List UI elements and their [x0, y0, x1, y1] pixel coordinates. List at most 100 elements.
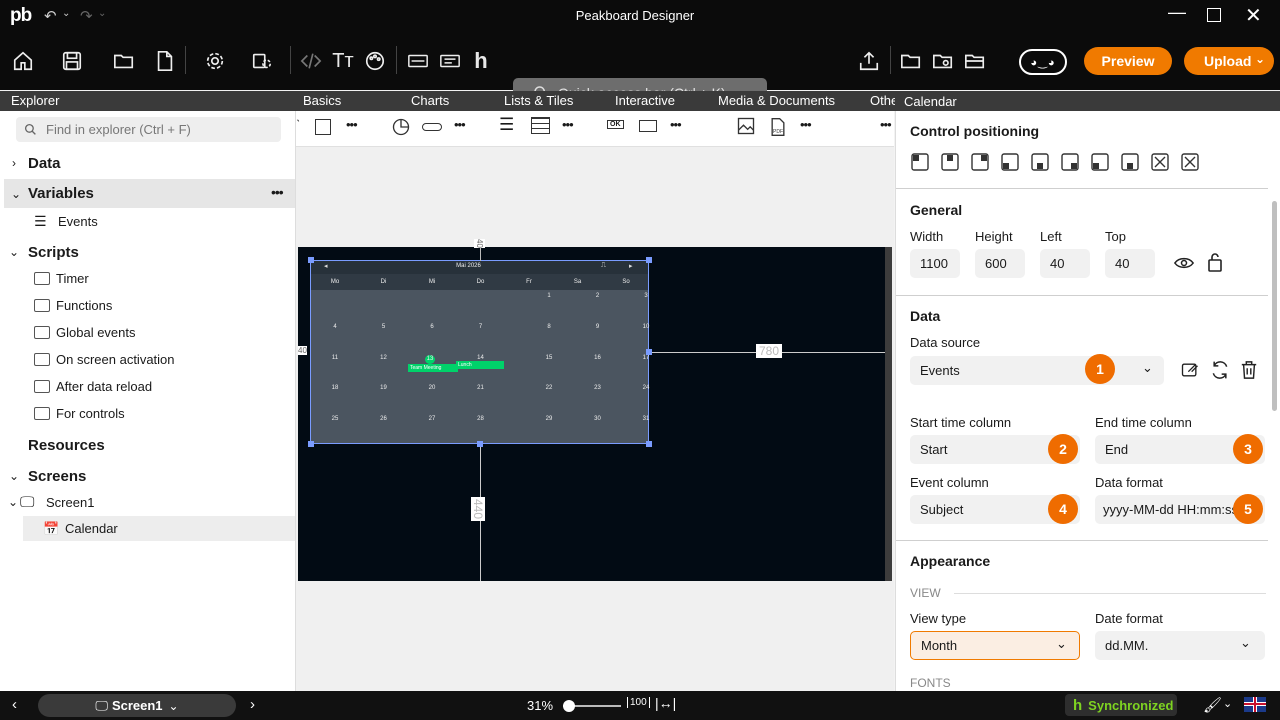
upload-button[interactable]: Upload ⌄ [1184, 47, 1274, 75]
delete-icon[interactable] [1240, 360, 1258, 380]
align-left-icon[interactable] [1090, 152, 1110, 172]
calendar-day[interactable]: 19 [377, 385, 391, 391]
resize-handle[interactable] [308, 257, 314, 263]
align-bottom-left-icon[interactable] [1000, 152, 1020, 172]
calendar-day[interactable]: 14 [474, 355, 488, 361]
tab-media-documents[interactable]: Media & Documents [718, 93, 835, 108]
project-settings-icon[interactable] [242, 32, 282, 90]
tree-item-screens[interactable]: ⌄ Screens [0, 463, 295, 489]
eye-icon[interactable] [1174, 255, 1194, 271]
calendar-day[interactable]: 7 [474, 324, 488, 330]
resize-handle[interactable] [646, 257, 652, 263]
prev-screen-icon[interactable]: ‹ [12, 696, 17, 713]
maximize-button[interactable] [1207, 8, 1221, 22]
preview-button[interactable]: Preview [1084, 47, 1172, 75]
align-top-right-icon[interactable] [970, 152, 990, 172]
resize-handle[interactable] [646, 441, 652, 447]
align-bottom-right-icon[interactable] [1060, 152, 1080, 172]
calendar-day[interactable]: 31 [639, 416, 653, 422]
design-canvas[interactable]: ˋ ••• ••• ☰ ••• OK ••• PDF ••• ••• ◂ Mai… [296, 111, 894, 691]
save-icon[interactable] [52, 32, 92, 90]
tree-item-script-after-data-reload[interactable]: After data reload [0, 373, 295, 399]
tree-item-script-functions[interactable]: Functions [0, 292, 295, 318]
folder-open-icon[interactable] [964, 32, 986, 90]
date-format-select[interactable]: dd.MM. ⌄ [1095, 631, 1265, 660]
calendar-event[interactable]: Lunch [456, 361, 504, 369]
close-button[interactable]: ✕ [1245, 3, 1262, 28]
calendar-day[interactable]: 28 [474, 416, 488, 422]
more-icon[interactable]: ••• [562, 117, 574, 132]
pie-chart-icon[interactable] [391, 117, 411, 137]
calendar-day[interactable]: 20 [425, 385, 439, 391]
tab-lists-tiles[interactable]: Lists & Tiles [504, 93, 573, 108]
tree-item-events[interactable]: ☰ Events [0, 208, 295, 234]
progress-bar-icon[interactable] [422, 123, 442, 131]
left-input[interactable]: 40 [1040, 249, 1090, 278]
calendar-day[interactable]: 27 [425, 416, 439, 422]
calendar-day[interactable]: 21 [474, 385, 488, 391]
tree-item-variables[interactable]: ⌄ Variables ••• [4, 179, 295, 208]
pdf-icon[interactable]: PDF [768, 116, 788, 138]
zoom-100-icon[interactable]: 100 [627, 697, 650, 708]
mascot-icon[interactable]: ◕‿◕ [1019, 49, 1067, 75]
calendar-day[interactable]: 17 [639, 355, 653, 361]
calendar-day[interactable]: 10 [639, 324, 653, 330]
home-icon[interactable] [10, 32, 36, 90]
table-icon[interactable] [531, 117, 550, 134]
new-file-icon[interactable] [154, 32, 176, 90]
export-icon[interactable] [858, 32, 880, 90]
tree-item-script-global-events[interactable]: Global events [0, 319, 295, 345]
more-icon[interactable]: ••• [800, 117, 812, 132]
resize-handle[interactable] [308, 441, 314, 447]
data-source-select[interactable]: Events ⌄ [910, 356, 1164, 385]
tab-other[interactable]: Othe [870, 93, 898, 108]
folder-icon[interactable] [900, 32, 922, 90]
explorer-search-input[interactable]: Find in explorer (Ctrl + F) [16, 117, 281, 142]
calendar-day[interactable]: 29 [542, 416, 556, 422]
button-control-icon[interactable]: OK [607, 120, 624, 129]
list-icon[interactable]: ☰ [499, 115, 514, 135]
properties-scrollbar[interactable] [1272, 201, 1277, 411]
calendar-day[interactable]: 2 [591, 293, 605, 299]
next-month-icon[interactable]: ▸ [629, 262, 633, 270]
fit-screen-icon[interactable] [1150, 152, 1170, 172]
chevron-down-icon[interactable]: ⌄ [1223, 697, 1232, 710]
calendar-day[interactable]: 23 [591, 385, 605, 391]
calendar-day[interactable]: 18 [328, 385, 342, 391]
calendar-day[interactable]: 26 [377, 416, 391, 422]
calendar-day[interactable]: 24 [639, 385, 653, 391]
palette-icon[interactable] [364, 32, 386, 90]
calendar-day[interactable]: 6 [425, 324, 439, 330]
fit-width-icon[interactable]: |↔| [655, 695, 676, 711]
align-middle-icon[interactable] [1120, 152, 1140, 172]
view-type-select[interactable]: Month ⌄ [910, 631, 1080, 660]
calendar-today-icon[interactable]: ⎍ [601, 262, 606, 270]
calendar-day[interactable]: 3 [639, 293, 653, 299]
tree-item-data[interactable]: › Data [0, 150, 295, 176]
more-icon[interactable]: ••• [346, 117, 358, 132]
screen-selector[interactable]: 🖵 Screen1 ⌄ [38, 694, 236, 717]
tree-item-scripts[interactable]: ⌄ Scripts [0, 239, 295, 265]
folder-settings-icon[interactable] [932, 32, 954, 90]
calendar-day[interactable]: 11 [328, 355, 342, 361]
calendar-day[interactable]: 15 [542, 355, 556, 361]
scroll-left-icon[interactable]: ˋ [296, 117, 300, 132]
tab-interactive[interactable]: Interactive [615, 93, 675, 108]
calendar-event[interactable]: Team Meeting [408, 364, 458, 372]
calendar-day[interactable]: 16 [591, 355, 605, 361]
align-top-left-icon[interactable] [910, 152, 930, 172]
calendar-control[interactable]: ◂ Mai 2026 ⎍ ▸ Mo Di Mi Do Fr Sa So 1 2 3 4 5 6 7 8 9 10… [310, 260, 649, 444]
calendar-day[interactable]: 13 [425, 354, 435, 364]
peakboard-box-icon[interactable] [407, 32, 429, 90]
screen-preview[interactable]: ◂ Mai 2026 ⎍ ▸ Mo Di Mi Do Fr Sa So 1 2 3 4 5 6 7 8 9 10… [298, 239, 891, 581]
height-input[interactable]: 600 [975, 249, 1025, 278]
more-icon[interactable]: ••• [880, 117, 892, 132]
tree-item-script-for-controls[interactable]: For controls [0, 400, 295, 426]
peakboard-edge-icon[interactable] [439, 32, 461, 90]
unlock-icon[interactable] [1207, 252, 1223, 272]
calendar-day[interactable]: 4 [328, 324, 342, 330]
tree-item-script-on-screen-activation[interactable]: On screen activation [0, 346, 295, 372]
tree-item-resources[interactable]: Resources [0, 432, 295, 458]
textbox-control-icon[interactable] [639, 120, 657, 132]
edit-datasource-icon[interactable] [1180, 360, 1200, 380]
